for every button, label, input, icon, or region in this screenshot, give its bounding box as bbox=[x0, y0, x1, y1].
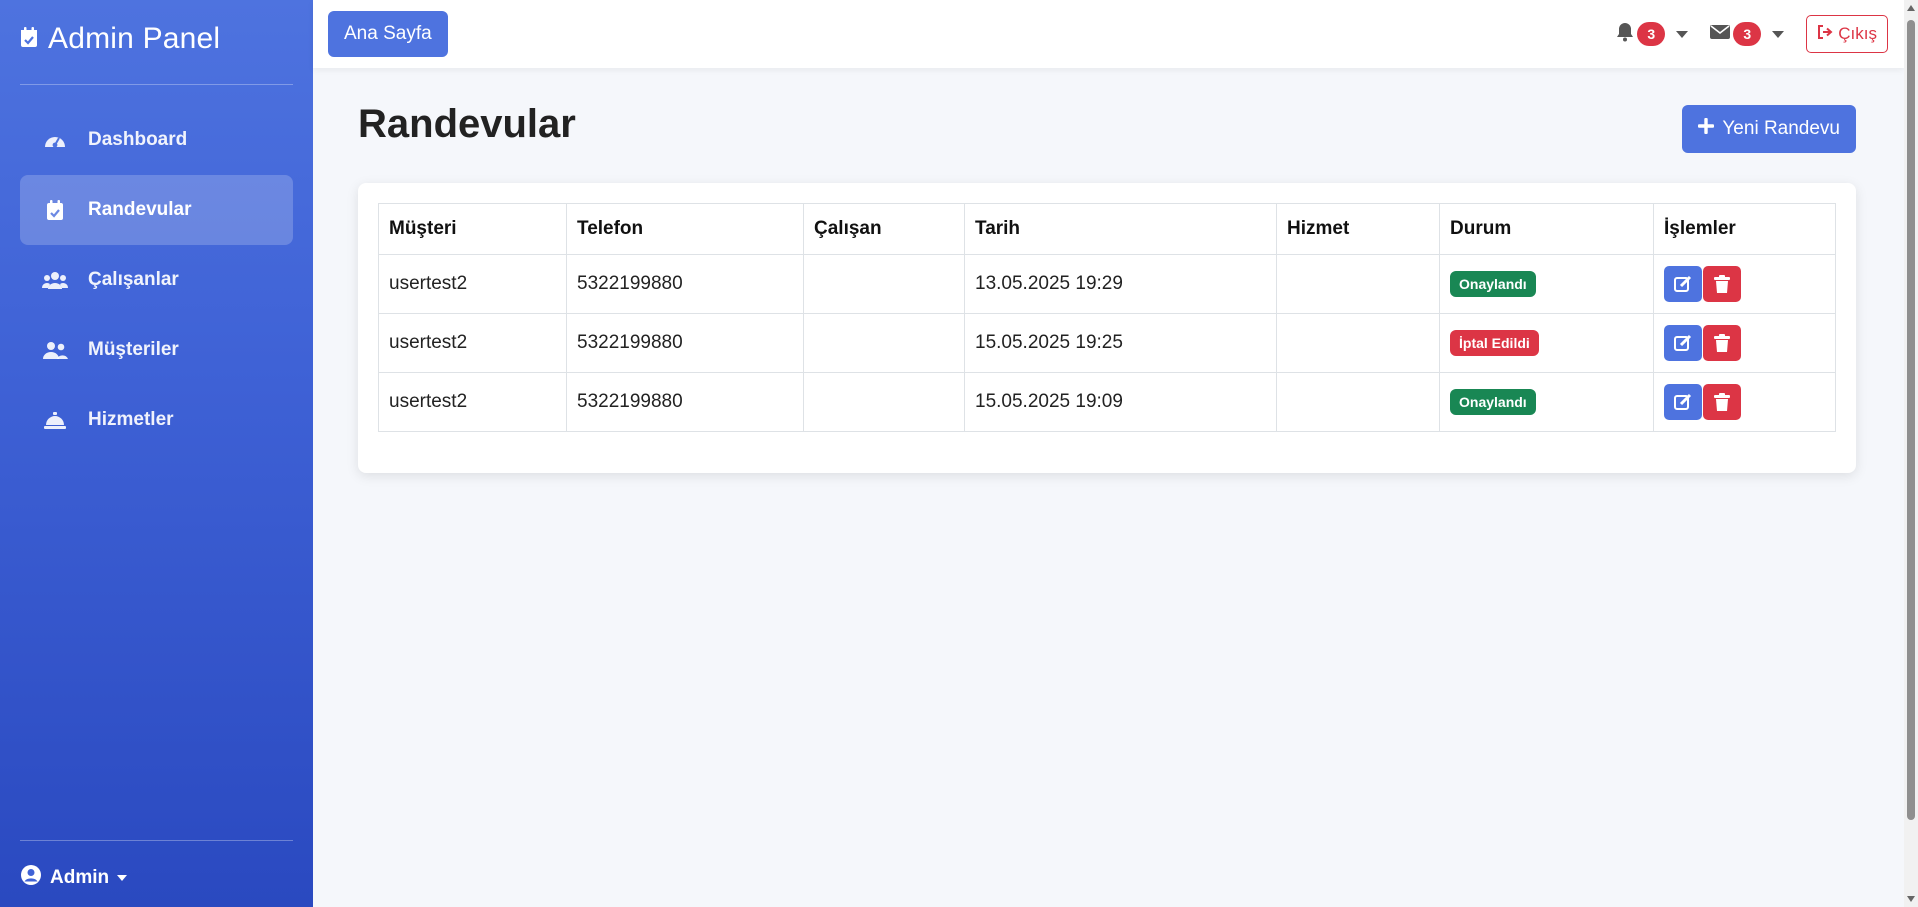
user-friends-icon bbox=[42, 340, 68, 360]
brand-title: Admin Panel bbox=[48, 22, 221, 55]
phone-cell: 5322199880 bbox=[566, 254, 804, 314]
employee-cell bbox=[803, 254, 965, 314]
new-appointment-label: Yeni Randevu bbox=[1722, 118, 1840, 139]
status-cell: Onaylandı bbox=[1439, 372, 1654, 432]
service-cell bbox=[1276, 372, 1440, 432]
customer-cell: usertest2 bbox=[378, 313, 567, 373]
status-badge: İptal Edildi bbox=[1450, 330, 1539, 356]
phone-cell: 5322199880 bbox=[566, 313, 804, 373]
brand[interactable]: Admin Panel bbox=[20, 22, 220, 56]
notifications-dropdown[interactable]: 3 bbox=[1616, 22, 1689, 47]
actions-cell bbox=[1653, 372, 1836, 432]
status-cell: İptal Edildi bbox=[1439, 313, 1654, 373]
chevron-down-icon bbox=[1676, 30, 1689, 38]
date-cell: 15.05.2025 19:25 bbox=[964, 313, 1277, 373]
column-header: Hizmet bbox=[1276, 203, 1440, 255]
chevron-down-icon bbox=[117, 875, 128, 881]
sign-out-icon bbox=[1817, 24, 1833, 44]
calendar-check-icon bbox=[20, 26, 38, 53]
bell-icon bbox=[1616, 22, 1634, 47]
trash-icon bbox=[1714, 334, 1730, 352]
sidebar-nav: Dashboard Randevular Çalışanlar Müşteril… bbox=[20, 105, 293, 455]
table-row: usertest2 5322199880 15.05.2025 19:09 On… bbox=[378, 372, 1836, 432]
table-header-row: Müşteri Telefon Çalışan Tarih Hizmet Dur… bbox=[378, 203, 1836, 255]
scroll-up-arrow-icon[interactable] bbox=[1907, 5, 1915, 11]
sidebar-item-label: Müşteriler bbox=[88, 339, 179, 360]
date-cell: 15.05.2025 19:09 bbox=[964, 372, 1277, 432]
user-name: Admin bbox=[50, 867, 110, 888]
users-icon bbox=[42, 270, 68, 290]
notifications-count-badge: 3 bbox=[1637, 22, 1666, 46]
page-title: Randevular bbox=[358, 102, 576, 146]
appointments-card: Müşteri Telefon Çalışan Tarih Hizmet Dur… bbox=[358, 183, 1856, 473]
edit-button[interactable] bbox=[1664, 325, 1702, 361]
column-header: İşlemler bbox=[1653, 203, 1836, 255]
calendar-check-icon bbox=[42, 199, 68, 221]
edit-icon bbox=[1674, 334, 1692, 351]
column-header: Çalışan bbox=[803, 203, 965, 255]
status-badge: Onaylandı bbox=[1450, 271, 1536, 297]
sidebar-item-label: Hizmetler bbox=[88, 409, 174, 430]
appointments-table: Müşteri Telefon Çalışan Tarih Hizmet Dur… bbox=[378, 203, 1836, 432]
divider bbox=[20, 840, 293, 841]
column-header: Telefon bbox=[566, 203, 804, 255]
logout-label: Çıkış bbox=[1838, 24, 1877, 43]
home-button[interactable]: Ana Sayfa bbox=[328, 11, 448, 57]
chevron-down-icon bbox=[1772, 30, 1785, 38]
vertical-scrollbar[interactable] bbox=[1904, 0, 1918, 907]
sidebar-item-dashboard[interactable]: Dashboard bbox=[20, 105, 293, 175]
gauge-icon bbox=[42, 130, 68, 150]
sidebar-item-musteriler[interactable]: Müşteriler bbox=[20, 315, 293, 385]
envelope-icon bbox=[1710, 24, 1731, 45]
user-menu[interactable]: Admin bbox=[20, 864, 128, 892]
edit-icon bbox=[1674, 393, 1692, 410]
topbar-actions: 3 3 Çıkış bbox=[1616, 0, 1904, 68]
delete-button[interactable] bbox=[1703, 266, 1741, 302]
status-cell: Onaylandı bbox=[1439, 254, 1654, 314]
edit-button[interactable] bbox=[1664, 266, 1702, 302]
topbar: Ana Sayfa 3 3 Çıkış bbox=[313, 0, 1904, 68]
column-header: Tarih bbox=[964, 203, 1277, 255]
logout-button[interactable]: Çıkış bbox=[1806, 15, 1888, 53]
delete-button[interactable] bbox=[1703, 384, 1741, 420]
employee-cell bbox=[803, 313, 965, 373]
user-circle-icon bbox=[20, 864, 42, 892]
employee-cell bbox=[803, 372, 965, 432]
date-cell: 13.05.2025 19:29 bbox=[964, 254, 1277, 314]
actions-cell bbox=[1653, 254, 1836, 314]
phone-cell: 5322199880 bbox=[566, 372, 804, 432]
delete-button[interactable] bbox=[1703, 325, 1741, 361]
sidebar: Admin Panel Dashboard Randevular Çalışan… bbox=[0, 0, 313, 907]
actions-cell bbox=[1653, 313, 1836, 373]
concierge-bell-icon bbox=[42, 410, 68, 430]
sidebar-item-randevular[interactable]: Randevular bbox=[20, 175, 293, 245]
column-header: Durum bbox=[1439, 203, 1654, 255]
messages-count-badge: 3 bbox=[1733, 22, 1762, 46]
column-header: Müşteri bbox=[378, 203, 567, 255]
trash-icon bbox=[1714, 275, 1730, 293]
trash-icon bbox=[1714, 393, 1730, 411]
customer-cell: usertest2 bbox=[378, 254, 567, 314]
edit-icon bbox=[1674, 275, 1692, 292]
messages-dropdown[interactable]: 3 bbox=[1710, 22, 1785, 46]
sidebar-item-label: Dashboard bbox=[88, 129, 188, 150]
sidebar-item-calisanlar[interactable]: Çalışanlar bbox=[20, 245, 293, 315]
sidebar-item-hizmetler[interactable]: Hizmetler bbox=[20, 385, 293, 455]
scroll-down-arrow-icon[interactable] bbox=[1907, 896, 1915, 902]
table-row: usertest2 5322199880 15.05.2025 19:25 İp… bbox=[378, 313, 1836, 373]
divider bbox=[20, 84, 293, 85]
edit-button[interactable] bbox=[1664, 384, 1702, 420]
scrollbar-thumb[interactable] bbox=[1907, 20, 1915, 820]
table-row: usertest2 5322199880 13.05.2025 19:29 On… bbox=[378, 254, 1836, 314]
status-badge: Onaylandı bbox=[1450, 389, 1536, 415]
sidebar-item-label: Çalışanlar bbox=[88, 269, 179, 290]
customer-cell: usertest2 bbox=[378, 372, 567, 432]
new-appointment-button[interactable]: Yeni Randevu bbox=[1682, 105, 1856, 153]
service-cell bbox=[1276, 254, 1440, 314]
service-cell bbox=[1276, 313, 1440, 373]
plus-icon bbox=[1698, 118, 1715, 140]
sidebar-item-label: Randevular bbox=[88, 199, 192, 220]
